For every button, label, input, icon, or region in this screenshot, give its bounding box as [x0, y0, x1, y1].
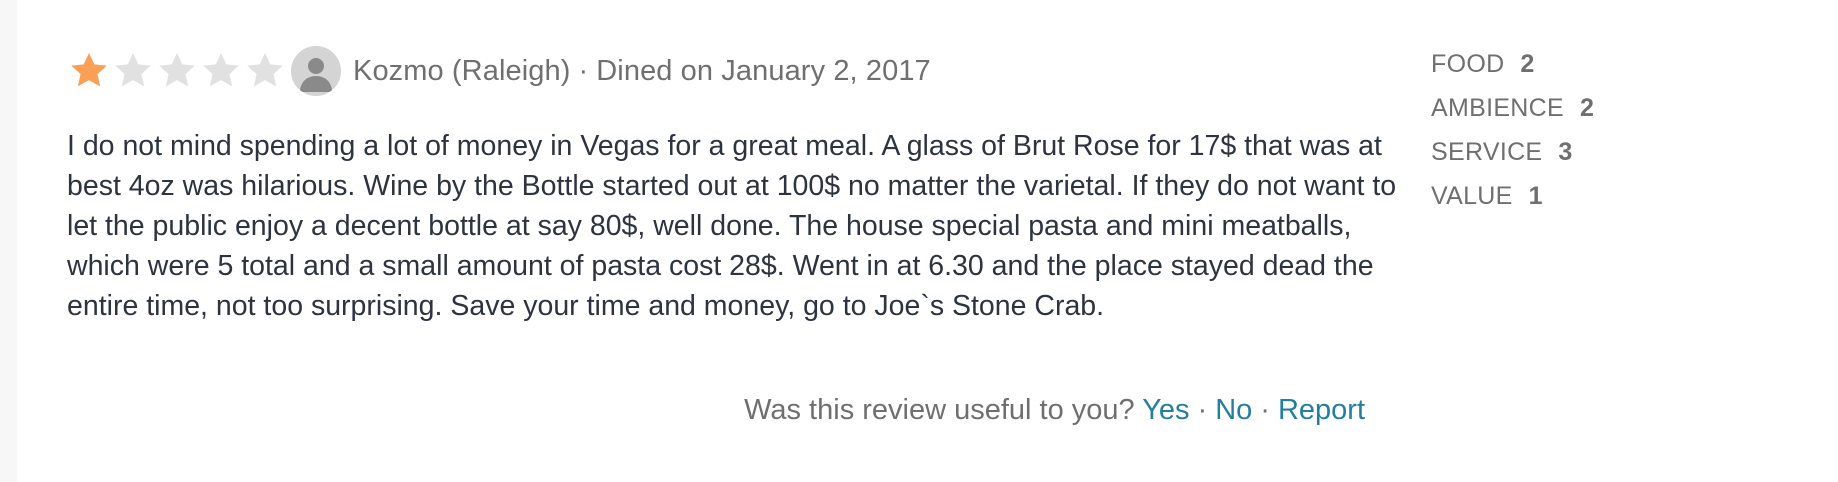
sub-ratings-list: FOOD 2 AMBIENCE 2 SERVICE 3 VALUE 1	[1431, 42, 1594, 218]
sub-rating-service: SERVICE 3	[1431, 130, 1594, 174]
meta-separator: ·	[578, 54, 589, 87]
feedback-yes-link[interactable]: Yes	[1142, 394, 1189, 426]
feedback-question: Was this review useful to you?	[744, 394, 1135, 426]
star-empty-icon	[159, 53, 195, 87]
sub-rating-ambience: AMBIENCE 2	[1431, 86, 1594, 130]
review-body: I do not mind spending a lot of money in…	[67, 130, 1397, 322]
sub-rating-food: FOOD 2	[1431, 42, 1594, 86]
sub-rating-label: VALUE	[1431, 181, 1513, 210]
feedback-separator: ·	[1260, 394, 1270, 426]
report-link[interactable]: Report	[1278, 394, 1365, 426]
sub-rating-value: 2	[1520, 49, 1535, 78]
feedback-separator: ·	[1197, 394, 1208, 426]
user-silhouette-icon	[300, 58, 332, 92]
star-rating	[67, 49, 287, 93]
sub-rating-value: 1	[1528, 181, 1543, 210]
star-empty-icon	[115, 53, 151, 87]
sub-rating-value: 3	[1558, 137, 1573, 166]
sub-rating-label: AMBIENCE	[1431, 93, 1564, 122]
avatar[interactable]	[291, 46, 341, 96]
feedback-no-link[interactable]: No	[1215, 394, 1252, 426]
sub-rating-value-category: VALUE 1	[1431, 174, 1594, 218]
review-feedback: Was this review useful to you? Yes · No · Re…	[744, 394, 1365, 427]
star-empty-icon	[203, 53, 239, 87]
sub-rating-label: FOOD	[1431, 49, 1505, 78]
review-header: Kozmo (Raleigh) · Dined on January 2, 2017	[67, 46, 931, 96]
reviewer-name[interactable]: Kozmo (Raleigh)	[353, 55, 570, 87]
sub-rating-label: SERVICE	[1431, 137, 1543, 166]
review-card: Kozmo (Raleigh) · Dined on January 2, 2017…	[17, 0, 1838, 482]
review-meta: Kozmo (Raleigh) · Dined on January 2, 2017	[353, 55, 931, 88]
dined-date: Dined on January 2, 2017	[596, 54, 931, 87]
star-empty-icon	[247, 53, 283, 87]
sub-rating-value: 2	[1579, 93, 1595, 122]
star-filled-icon	[71, 53, 107, 87]
